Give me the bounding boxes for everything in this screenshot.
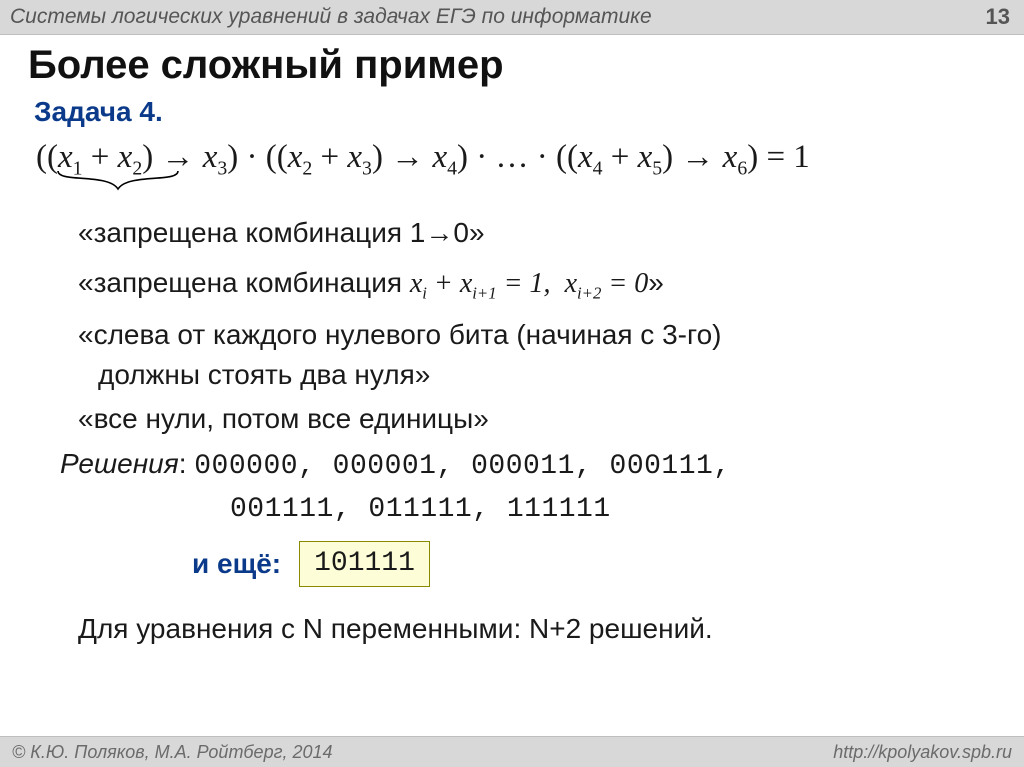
slide-heading: Более сложный пример xyxy=(0,35,1024,90)
solutions-row2-wrap: 001111, 011111, 111111 xyxy=(30,487,994,530)
forbidden-combo-2: «запрещена комбинация xi + xi+1 = 1, xi+… xyxy=(30,263,994,304)
footer-left: © К.Ю. Поляков, М.А. Ройтберг, 2014 xyxy=(12,742,333,763)
general-formula: Для уравнения с N переменными: N+2 решен… xyxy=(30,587,994,647)
topbar-title: Системы логических уравнений в задачах Е… xyxy=(10,5,652,29)
slide: Системы логических уравнений в задачах Е… xyxy=(0,0,1024,767)
forbidden2-math: xi + xi+1 = 1, xi+2 = 0 xyxy=(410,268,648,299)
zero-bit-rule-line1: «слева от каждого нулевого бита (начиная… xyxy=(30,315,994,355)
extra-solution-chip: 101111 xyxy=(299,541,430,587)
solutions: Решения: 000000, 000001, 000011, 000111, xyxy=(30,440,994,487)
topbar: Системы логических уравнений в задачах Е… xyxy=(0,0,1024,35)
solutions-row1: 000000, 000001, 000011, 000111, xyxy=(194,451,730,482)
forbidden-combo-1: «запрещена комбинация 1→0» xyxy=(30,213,994,253)
underbrace-row xyxy=(30,179,994,213)
forbidden2-prefix: «запрещена комбинация xyxy=(78,267,410,298)
task-label: Задача 4. xyxy=(0,90,1024,128)
content: ((x1 + x2) → x3) · ((x2 + x3) → x4) · … … xyxy=(0,128,1024,647)
and-more-label: и ещё: xyxy=(192,546,281,582)
solutions-row2: 001111, 011111, 111111 xyxy=(230,494,611,525)
solutions-label: Решения xyxy=(60,448,179,479)
zero-bit-rule-line2: должны стоять два нуля» xyxy=(30,355,994,395)
footer-right: http://kpolyakov.spb.ru xyxy=(833,742,1012,763)
and-more: и ещё: 101111 xyxy=(30,531,994,587)
all-zeros-then-ones: «все нули, потом все единицы» xyxy=(30,395,994,439)
page-number: 13 xyxy=(986,4,1010,30)
forbidden2-suffix: » xyxy=(648,267,664,298)
underbrace-icon xyxy=(54,169,182,199)
footer: © К.Ю. Поляков, М.А. Ройтберг, 2014 http… xyxy=(0,736,1024,767)
